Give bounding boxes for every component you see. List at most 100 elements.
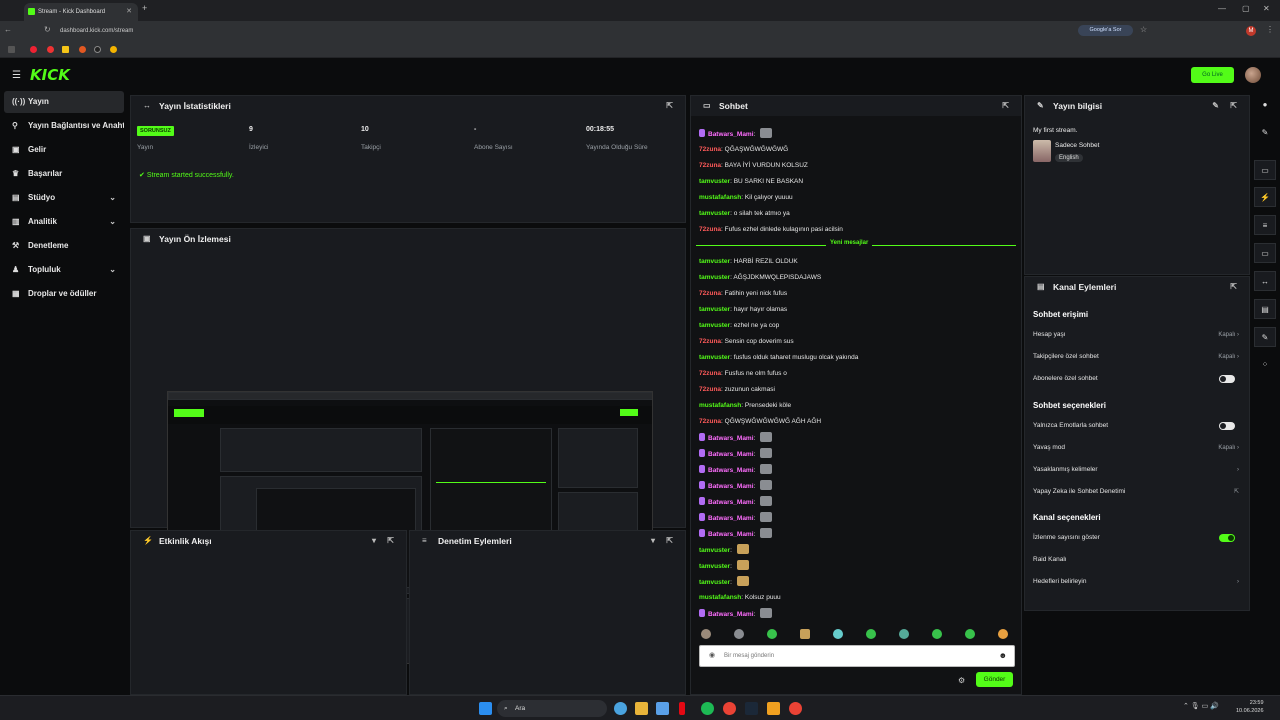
file-explorer-icon[interactable] <box>635 702 648 715</box>
option-account-age[interactable]: Hesap yaşı <box>1033 329 1233 341</box>
chat-message[interactable]: 72zuna: Fatihin yeni nick fufus <box>699 288 787 300</box>
minimize-icon[interactable]: — <box>1218 4 1226 13</box>
hamburger-menu-icon[interactable]: ☰ <box>12 70 21 81</box>
chat-message[interactable]: tamvuster: HARBİ REZIL OLDUK <box>699 256 798 268</box>
app-icon[interactable] <box>767 702 780 715</box>
avatar[interactable] <box>1245 67 1261 83</box>
option-ai-moderation[interactable]: Yapay Zeka ile Sohbet Denetimi <box>1033 486 1233 498</box>
bookmark-icon[interactable] <box>94 46 101 53</box>
chat-message[interactable]: Batwars_Mami: <box>699 528 773 540</box>
chat-message[interactable]: Batwars_Mami: <box>699 496 773 508</box>
sidebar-item-moderation[interactable]: ⚒ Denetleme <box>4 235 124 257</box>
popout-icon[interactable]: ⇱ <box>1002 96 1009 116</box>
chat-message[interactable]: 72zuna: QĞWŞWĞWĞWĞWĞ AĞH AĞH <box>699 416 821 428</box>
kick-logo[interactable]: KICK <box>30 66 70 84</box>
chat-message[interactable]: 72zuna: zuzunun cakmasi <box>699 384 775 396</box>
pen-icon[interactable]: ✎ <box>1254 123 1276 143</box>
chat-username[interactable]: Batwars_Mami <box>708 483 754 490</box>
chat-username[interactable]: mustafafansh <box>699 402 741 409</box>
sidebar-item-revenue[interactable]: ▣ Gelir <box>4 139 124 161</box>
chat-username[interactable]: mustafafansh <box>699 594 741 601</box>
chat-message[interactable]: 72zuna: Fufus ezhel dinlede kulagının pa… <box>699 224 843 236</box>
chat-username[interactable]: Batwars_Mami <box>708 611 754 618</box>
chat-username[interactable]: tamvuster <box>699 547 730 554</box>
chat-username[interactable]: 72zuna <box>699 290 721 297</box>
sidebar-item-stream-key[interactable]: ⚲ Yayın Bağlantısı ve Anahtarı <box>4 115 124 137</box>
url-field[interactable]: dashboard.kick.com/stream <box>60 24 1110 39</box>
star-icon[interactable]: ☆ <box>1140 25 1147 34</box>
edit-icon[interactable]: ✎ <box>1212 96 1219 116</box>
option-followers-only[interactable]: Takipçilere özel sohbet <box>1033 351 1233 363</box>
chrome-icon[interactable] <box>789 702 802 715</box>
filter-icon[interactable]: ▾ <box>372 531 376 551</box>
chat-username[interactable]: tamvuster <box>699 306 730 313</box>
chat-username[interactable]: tamvuster <box>699 354 730 361</box>
chat-message[interactable]: 72zuna: BAYA İYİ VURDUN KOLSUZ <box>699 160 808 172</box>
emote-icon[interactable] <box>701 629 711 639</box>
windows-start-icon[interactable] <box>479 702 492 715</box>
chat-message[interactable]: 72zuna: Fusfus ne olm fufus o <box>699 368 787 380</box>
popout-icon[interactable]: ⇱ <box>387 531 394 551</box>
taskbar-search[interactable]: ⌕ Ara <box>497 700 607 717</box>
chat-username[interactable]: tamvuster <box>699 579 730 586</box>
chat-username[interactable]: tamvuster <box>699 178 730 185</box>
new-tab-icon[interactable]: + <box>142 3 147 13</box>
popout-icon[interactable]: ⇱ <box>1230 96 1237 116</box>
chat-username[interactable]: tamvuster <box>699 210 730 217</box>
external-link-icon[interactable]: ⇱ <box>1234 486 1239 498</box>
popout-icon[interactable]: ⇱ <box>666 96 673 116</box>
chat-username[interactable]: Batwars_Mami <box>708 467 754 474</box>
chat-message[interactable]: tamvuster: fusfus olduk taharet muslugu … <box>699 352 858 364</box>
filter-icon[interactable]: ▾ <box>651 531 655 551</box>
bookmark-icon[interactable] <box>62 46 69 53</box>
chat-username[interactable]: Batwars_Mami <box>708 435 754 442</box>
browser-tab[interactable]: Stream - Kick Dashboard ✕ <box>24 3 138 21</box>
chat-username[interactable]: tamvuster <box>699 258 730 265</box>
chat-username[interactable]: 72zuna <box>699 418 721 425</box>
reload-icon[interactable]: ↻ <box>44 25 51 34</box>
emote-icon[interactable] <box>866 629 876 639</box>
gear-icon[interactable]: ⚙ <box>958 676 965 685</box>
chat-message[interactable]: tamvuster: <box>699 544 749 556</box>
chat-message[interactable]: Batwars_Mami: <box>699 128 773 140</box>
bookmark-icon[interactable] <box>79 46 86 53</box>
sidebar-item-studio[interactable]: ▤ Stüdyo ⌄ <box>4 187 124 209</box>
chat-username[interactable]: Batwars_Mami <box>708 499 754 506</box>
chrome-icon[interactable] <box>723 702 736 715</box>
chat-message[interactable]: tamvuster: ezhel ne ya cop <box>699 320 779 332</box>
chat-username[interactable]: 72zuna <box>699 162 721 169</box>
chat-message[interactable]: mustafafansh: Prensedeki köle <box>699 400 791 412</box>
emote-icon[interactable] <box>899 629 909 639</box>
chat-username[interactable]: Batwars_Mami <box>708 451 754 458</box>
show-viewcount-toggle[interactable] <box>1219 534 1235 542</box>
emote-icon[interactable] <box>800 629 810 639</box>
chat-username[interactable]: mustafafansh <box>699 194 741 201</box>
chat-username[interactable]: Batwars_Mami <box>708 131 754 138</box>
layout-icon[interactable]: ⁘ <box>1254 355 1276 375</box>
sidebar-item-analytics[interactable]: ▥ Analitik ⌄ <box>4 211 124 233</box>
emoji-picker-icon[interactable]: ☻ <box>999 646 1007 666</box>
emote-icon[interactable] <box>998 629 1008 639</box>
emote-icon[interactable] <box>965 629 975 639</box>
chat-username[interactable]: 72zuna <box>699 386 721 393</box>
chat-username[interactable]: 72zuna <box>699 338 721 345</box>
link-widget-icon[interactable]: ↔ <box>1254 271 1276 291</box>
emote-icon[interactable] <box>932 629 942 639</box>
clock[interactable]: 23:59 10.06.2026 <box>1236 699 1264 715</box>
back-icon[interactable]: ← <box>4 25 12 34</box>
chat-message[interactable]: Batwars_Mami: <box>699 512 773 524</box>
send-button[interactable]: Gönder <box>976 672 1013 687</box>
chat-input[interactable]: ◉ Bir mesaj gönderin ☻ <box>699 645 1015 667</box>
chat-message[interactable]: 72zuna: QĞAŞWĞWĞWĞWĞ <box>699 144 788 156</box>
maximize-icon[interactable]: ▢ <box>1242 4 1250 13</box>
chat-widget-icon[interactable]: ▭ <box>1254 243 1276 263</box>
chat-message[interactable]: Batwars_Mami: <box>699 608 773 620</box>
chat-message[interactable]: tamvuster: hayır hayır olamas <box>699 304 787 316</box>
sidebar-item-drops[interactable]: ▦ Droplar ve ödüller <box>4 283 124 305</box>
option-set-goals[interactable]: Hedefleri belirleyin <box>1033 576 1233 588</box>
sidebar-item-community[interactable]: ♟ Topluluk ⌄ <box>4 259 124 281</box>
close-tab-icon[interactable]: ✕ <box>126 3 132 21</box>
steam-icon[interactable] <box>745 702 758 715</box>
sidebar-item-stream[interactable]: ((·)) Yayın <box>4 91 124 113</box>
bookmark-icon[interactable] <box>47 46 54 53</box>
